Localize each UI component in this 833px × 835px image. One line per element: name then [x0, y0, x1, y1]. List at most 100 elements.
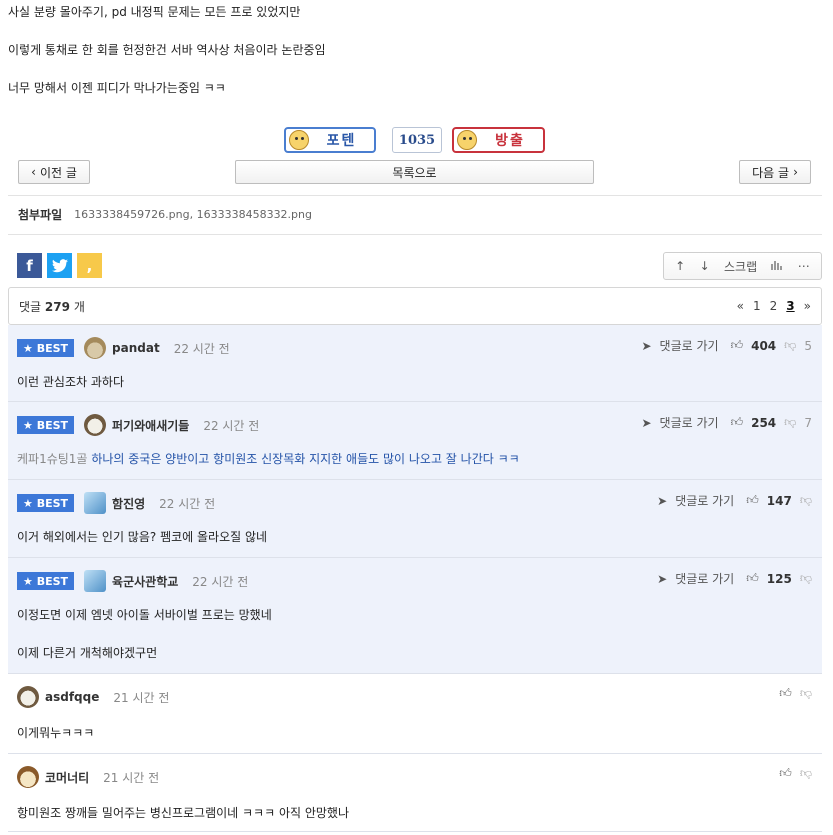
vote-row: 포텐 1035 방출	[0, 127, 833, 153]
best-badge: ★ BEST	[17, 572, 75, 590]
thumbs-up-icon[interactable]: 👍︎	[746, 493, 759, 508]
reply-arrow-icon: ➤	[657, 571, 668, 586]
facebook-icon[interactable]: f	[17, 253, 42, 278]
share-buttons: f ,	[17, 253, 102, 278]
best-badge: ★ BEST	[17, 494, 75, 512]
comment-item: ★ BEST 함진영 22 시간 전 ➤ 댓글로 가기 👍︎ 147 👎︎ 이거…	[8, 480, 822, 558]
avatar	[17, 766, 39, 788]
comment-text: 항미원조 짱깨들 밀어주는 병신프로그램이네 ㅋㅋㅋ 아직 안망했나	[17, 806, 350, 820]
comment-time: 22 시간 전	[192, 574, 249, 589]
thumbs-down-icon[interactable]: 👎︎	[800, 571, 812, 586]
list-button[interactable]: 목록으로	[235, 160, 594, 184]
comment-count-suffix: 개	[73, 299, 85, 314]
twitter-icon[interactable]	[47, 253, 72, 278]
comment-text: 이거 해외에서는 인기 많음? 펨코에 올라오질 않네	[17, 530, 268, 544]
like-count: 147	[766, 493, 792, 508]
comment-item: ★ BEST pandat 22 시간 전 ➤ 댓글로 가기 👍︎ 404 👎︎…	[8, 325, 822, 402]
reply-link[interactable]: 댓글로 가기	[675, 570, 734, 587]
thumbs-up-icon[interactable]: 👍︎	[731, 338, 744, 353]
next-post-label: 다음 글	[752, 165, 790, 180]
next-post-button[interactable]: 다음 글 ›	[739, 160, 811, 184]
dislike-count: 5	[804, 338, 812, 353]
comment-author[interactable]: asdfqqe	[45, 690, 99, 704]
attachment-files[interactable]: 1633338459726.png, 1633338458332.png	[74, 208, 312, 221]
pager-page-2[interactable]: 2	[770, 299, 778, 313]
comment-text-line-2: 이제 다른거 개척해야겠구먼	[17, 646, 158, 660]
best-label: BEST	[36, 341, 69, 355]
post-line-3: 너무 망해서 이젠 피디가 막나가는중임 ㅋㅋ	[8, 81, 226, 95]
stats-icon[interactable]	[771, 259, 783, 273]
smile-face-icon	[289, 130, 309, 150]
comment-author[interactable]: 함진영	[112, 495, 145, 512]
chevron-right-icon: ›	[793, 165, 798, 179]
comment-item: asdfqqe 21 시간 전 👍︎ 👎︎ 이게뭐누ㅋㅋㅋ	[8, 674, 822, 754]
more-icon[interactable]: ⋯	[798, 259, 810, 273]
prev-post-button[interactable]: ‹ 이전 글	[18, 160, 90, 184]
pager-page-3[interactable]: 3	[786, 299, 794, 313]
thumbs-up-icon[interactable]: 👍︎	[779, 686, 792, 701]
like-count: 404	[751, 338, 777, 353]
avatar	[84, 492, 107, 514]
thumbs-down-icon[interactable]: 👎︎	[784, 338, 796, 353]
thumbs-down-icon[interactable]: 👎︎	[784, 415, 796, 430]
best-label: BEST	[36, 574, 69, 588]
comment-count-number: 279	[44, 299, 70, 314]
comment-item: 코머너티 21 시간 전 👍︎ 👎︎ 항미원조 짱깨들 밀어주는 병신프로그램이…	[8, 754, 822, 832]
comment-author[interactable]: pandat	[112, 341, 160, 355]
prev-post-label: 이전 글	[39, 165, 77, 180]
best-label: BEST	[36, 418, 69, 432]
reply-arrow-icon: ➤	[657, 493, 668, 508]
comment-text: 이정도면 이제 엠넷 아이돌 서바이벌 프로는 망했네	[17, 608, 272, 622]
divider	[8, 234, 822, 235]
pager-first[interactable]: «	[737, 299, 744, 313]
kakao-icon[interactable]: ,	[77, 253, 102, 278]
comment-author[interactable]: 육군사관학교	[112, 573, 178, 590]
post-line-2: 이렇게 통채로 한 회를 헌정한건 서바 역사상 처음이라 논란중임	[8, 43, 326, 57]
upvote-button[interactable]: 포텐	[284, 127, 376, 153]
dislike-count: 7	[804, 415, 812, 430]
thumbs-down-icon[interactable]: 👎︎	[800, 493, 812, 508]
post-tools: ↑ ↓ 스크랩 ⋯	[663, 252, 822, 280]
arrow-up-icon[interactable]: ↑	[675, 259, 685, 273]
comment-prefix: 케파1슈팅1골	[17, 452, 88, 466]
scrap-button[interactable]: 스크랩	[724, 258, 757, 275]
attachments-label: 첨부파일	[18, 208, 63, 222]
pager-page-1[interactable]: 1	[753, 299, 761, 313]
divider	[8, 195, 822, 196]
comment-text: 이게뭐누ㅋㅋㅋ	[17, 726, 95, 740]
comment-item: ★ BEST 퍼기와애새기들 22 시간 전 ➤ 댓글로 가기 👍︎ 254 👎…	[8, 402, 822, 480]
thumbs-up-icon[interactable]: 👍︎	[731, 415, 744, 430]
like-count: 254	[751, 415, 777, 430]
attachments: 첨부파일 1633338459726.png, 1633338458332.pn…	[18, 206, 312, 223]
avatar	[84, 337, 107, 359]
reply-link[interactable]: 댓글로 가기	[675, 492, 734, 509]
thumbs-up-icon[interactable]: 👍︎	[779, 766, 792, 781]
comment-item: ★ BEST 육군사관학교 22 시간 전 ➤ 댓글로 가기 👍︎ 125 👎︎…	[8, 558, 822, 674]
comment-time: 21 시간 전	[113, 690, 170, 705]
avatar	[84, 414, 107, 436]
comment-author[interactable]: 퍼기와애새기들	[112, 417, 189, 434]
comment-count: 댓글 279 개	[19, 298, 85, 315]
downvote-button[interactable]: 방출	[452, 127, 545, 153]
comment-time: 21 시간 전	[103, 770, 160, 785]
post-line-1: 사실 분량 몰아주기, pd 내정픽 문제는 모든 프로 있었지만	[8, 5, 301, 19]
comment-author[interactable]: 코머너티	[45, 769, 89, 786]
arrow-down-icon[interactable]: ↓	[700, 259, 710, 273]
chevron-left-icon: ‹	[31, 165, 36, 179]
reply-link[interactable]: 댓글로 가기	[660, 414, 719, 431]
best-badge: ★ BEST	[17, 416, 75, 434]
reply-link[interactable]: 댓글로 가기	[660, 337, 719, 354]
avatar	[17, 686, 39, 708]
avatar	[84, 570, 107, 592]
comment-text: 이런 관심조차 과하다	[17, 375, 124, 389]
reply-arrow-icon: ➤	[641, 338, 652, 353]
comment-text: 케파1슈팅1골 하나의 중국은 양반이고 항미원조 신장목화 지지한 애들도 많…	[17, 450, 520, 467]
best-badge: ★ BEST	[17, 339, 75, 357]
comment-time: 22 시간 전	[159, 496, 216, 511]
thumbs-up-icon[interactable]: 👍︎	[746, 571, 759, 586]
thumbs-down-icon[interactable]: 👎︎	[800, 766, 812, 781]
thumbs-down-icon[interactable]: 👎︎	[800, 686, 812, 701]
upvote-label: 포텐	[326, 133, 357, 149]
comment-text-main: 하나의 중국은 양반이고 항미원조 신장목화 지지한 애들도 많이 나오고 잘 …	[91, 452, 520, 466]
pager-last[interactable]: »	[804, 299, 811, 313]
